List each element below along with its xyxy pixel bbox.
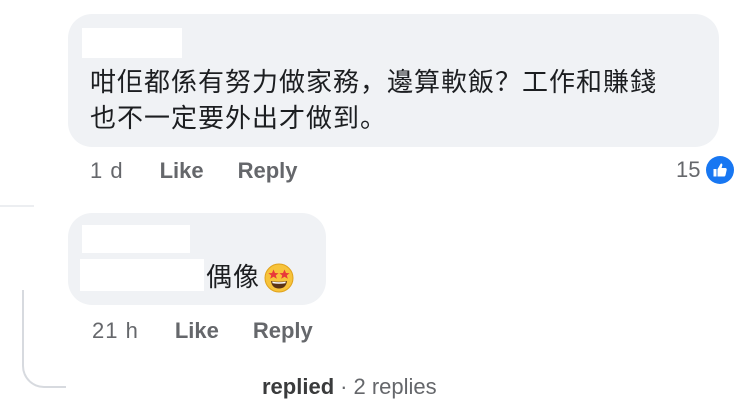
- comment-text-line: 也不一定要外出才做到。: [90, 104, 388, 134]
- comment-text: 偶像: [206, 263, 261, 293]
- comment-text-line: 咁佢都係有努力做家務，邊算軟飯？工作和賺錢: [90, 68, 658, 98]
- comment-bubble: 偶像: [68, 213, 326, 305]
- view-replies-link[interactable]: replied · 2 replies: [262, 374, 437, 400]
- replied-label: replied: [262, 374, 335, 399]
- reply-button[interactable]: Reply: [238, 158, 298, 184]
- comment-bubble: 咁佢都係有努力做家務，邊算軟飯？工作和賺錢 也不一定要外出才做到。: [68, 14, 719, 147]
- reaction-count: 15: [676, 157, 701, 182]
- reaction-summary[interactable]: 15: [676, 156, 735, 184]
- redacted-author-name: [82, 225, 190, 253]
- redacted-author-name: [82, 28, 182, 58]
- replies-count: 2 replies: [353, 374, 437, 399]
- thread-connector-curve: [22, 290, 66, 388]
- thumbs-up-icon: [706, 156, 735, 184]
- thread-connector-top: [0, 205, 34, 207]
- comment-actions: 1 d Like Reply: [90, 158, 298, 184]
- redacted-text: [80, 259, 204, 291]
- like-button[interactable]: Like: [175, 318, 219, 344]
- comment-thread: 咁佢都係有努力做家務，邊算軟飯？工作和賺錢 也不一定要外出才做到。 1 d Li…: [0, 0, 754, 410]
- star-struck-emoji-icon: [264, 263, 294, 293]
- separator-dot: ·: [340, 374, 348, 399]
- comment-actions: 21 h Like Reply: [92, 318, 313, 344]
- comment-timestamp[interactable]: 21 h: [92, 318, 139, 344]
- comment-timestamp[interactable]: 1 d: [90, 158, 124, 184]
- like-button[interactable]: Like: [160, 158, 204, 184]
- reply-button[interactable]: Reply: [253, 318, 313, 344]
